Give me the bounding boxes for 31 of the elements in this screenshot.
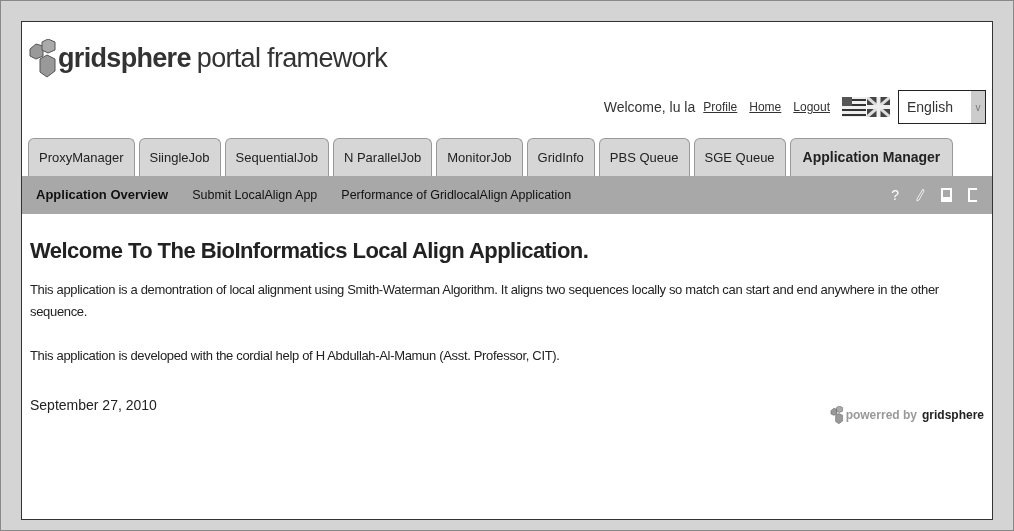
tagline: portal framework: [196, 42, 388, 75]
language-select[interactable]: English v: [898, 90, 986, 124]
maximize-icon[interactable]: [968, 188, 978, 202]
paragraph: This application is a demontration of local alignment using Smith-Waterman Algorithm. It aligns two sequences locally so match can start and end anywhere in the other sequence.: [30, 281, 940, 321]
sub-tab[interactable]: Application Overview: [36, 185, 169, 205]
tab[interactable]: GridInfo: [526, 138, 595, 176]
tab[interactable]: SequentialJob: [224, 138, 329, 176]
edit-icon[interactable]: [915, 188, 925, 202]
tab[interactable]: N ParallelJob: [332, 138, 433, 176]
tab[interactable]: SGE Queue: [693, 138, 786, 176]
minimize-icon[interactable]: [941, 188, 952, 202]
logo-icon: [28, 38, 58, 78]
header-link[interactable]: Profile: [703, 98, 738, 116]
sub-tab[interactable]: Performance of GridlocalAlign Application: [341, 185, 572, 205]
date-text: September 27, 2010: [30, 396, 157, 415]
header-link[interactable]: Home: [749, 98, 782, 116]
paragraph: This application is developed with the cordial help of H Abdullah-Al-Mamun (Asst. Professor, CIT).: [30, 347, 561, 365]
powered-by-text: powerred by: [845, 406, 917, 424]
footer-brand: gridsphere: [922, 406, 984, 424]
tab[interactable]: SiingleJob: [138, 138, 221, 176]
logo-icon: [829, 405, 844, 424]
page-heading: Welcome To The BioInformatics Local Align Application.: [30, 237, 590, 265]
header-link[interactable]: Logout: [793, 98, 830, 116]
brand-name: gridsphere: [58, 42, 191, 75]
tab[interactable]: Application Manager: [789, 138, 954, 176]
tab[interactable]: ProxyManager: [28, 138, 135, 176]
tab[interactable]: MonitorJob: [436, 138, 523, 176]
welcome-text: Welcome, lu la: [603, 97, 696, 117]
flags-icon: [842, 97, 890, 117]
sub-tab[interactable]: Submit LocalAlign App: [192, 185, 318, 205]
tab[interactable]: PBS Queue: [598, 138, 690, 176]
